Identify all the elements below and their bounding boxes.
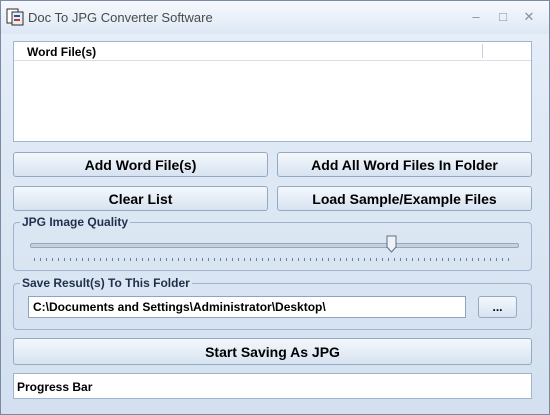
quality-group: JPG Image Quality (13, 215, 532, 271)
quality-label: JPG Image Quality (20, 215, 131, 229)
add-all-in-folder-button[interactable]: Add All Word Files In Folder (277, 152, 532, 177)
minimize-button[interactable]: – (466, 8, 486, 26)
main-window: Doc To JPG Converter Software – □ ✕ Word… (0, 0, 550, 415)
column-word-files[interactable]: Word File(s) (27, 45, 96, 59)
client-area: Word File(s) Add Word File(s) Add All Wo… (1, 34, 549, 414)
load-sample-button[interactable]: Load Sample/Example Files (277, 186, 532, 211)
quality-slider-thumb[interactable] (386, 235, 397, 253)
quality-slider-track[interactable] (30, 243, 519, 248)
title-bar[interactable]: Doc To JPG Converter Software – □ ✕ (1, 1, 549, 34)
app-document-icon (6, 8, 24, 26)
browse-folder-button[interactable]: ... (478, 296, 517, 318)
word-file-list[interactable]: Word File(s) (13, 41, 532, 142)
close-button[interactable]: ✕ (519, 8, 539, 26)
list-header[interactable]: Word File(s) (14, 42, 531, 61)
maximize-button[interactable]: □ (493, 8, 513, 26)
column-separator[interactable] (482, 44, 483, 58)
output-folder-group: Save Result(s) To This Folder C:\Documen… (13, 276, 532, 330)
output-folder-field[interactable]: C:\Documents and Settings\Administrator\… (28, 296, 466, 318)
window-title: Doc To JPG Converter Software (28, 10, 213, 25)
add-word-files-button[interactable]: Add Word File(s) (13, 152, 268, 177)
start-saving-button[interactable]: Start Saving As JPG (13, 338, 532, 365)
clear-list-button[interactable]: Clear List (13, 186, 268, 211)
progress-label: Progress Bar (17, 380, 93, 394)
output-folder-label: Save Result(s) To This Folder (20, 276, 192, 290)
quality-slider-ticks (34, 258, 514, 261)
progress-bar: Progress Bar (13, 373, 532, 399)
